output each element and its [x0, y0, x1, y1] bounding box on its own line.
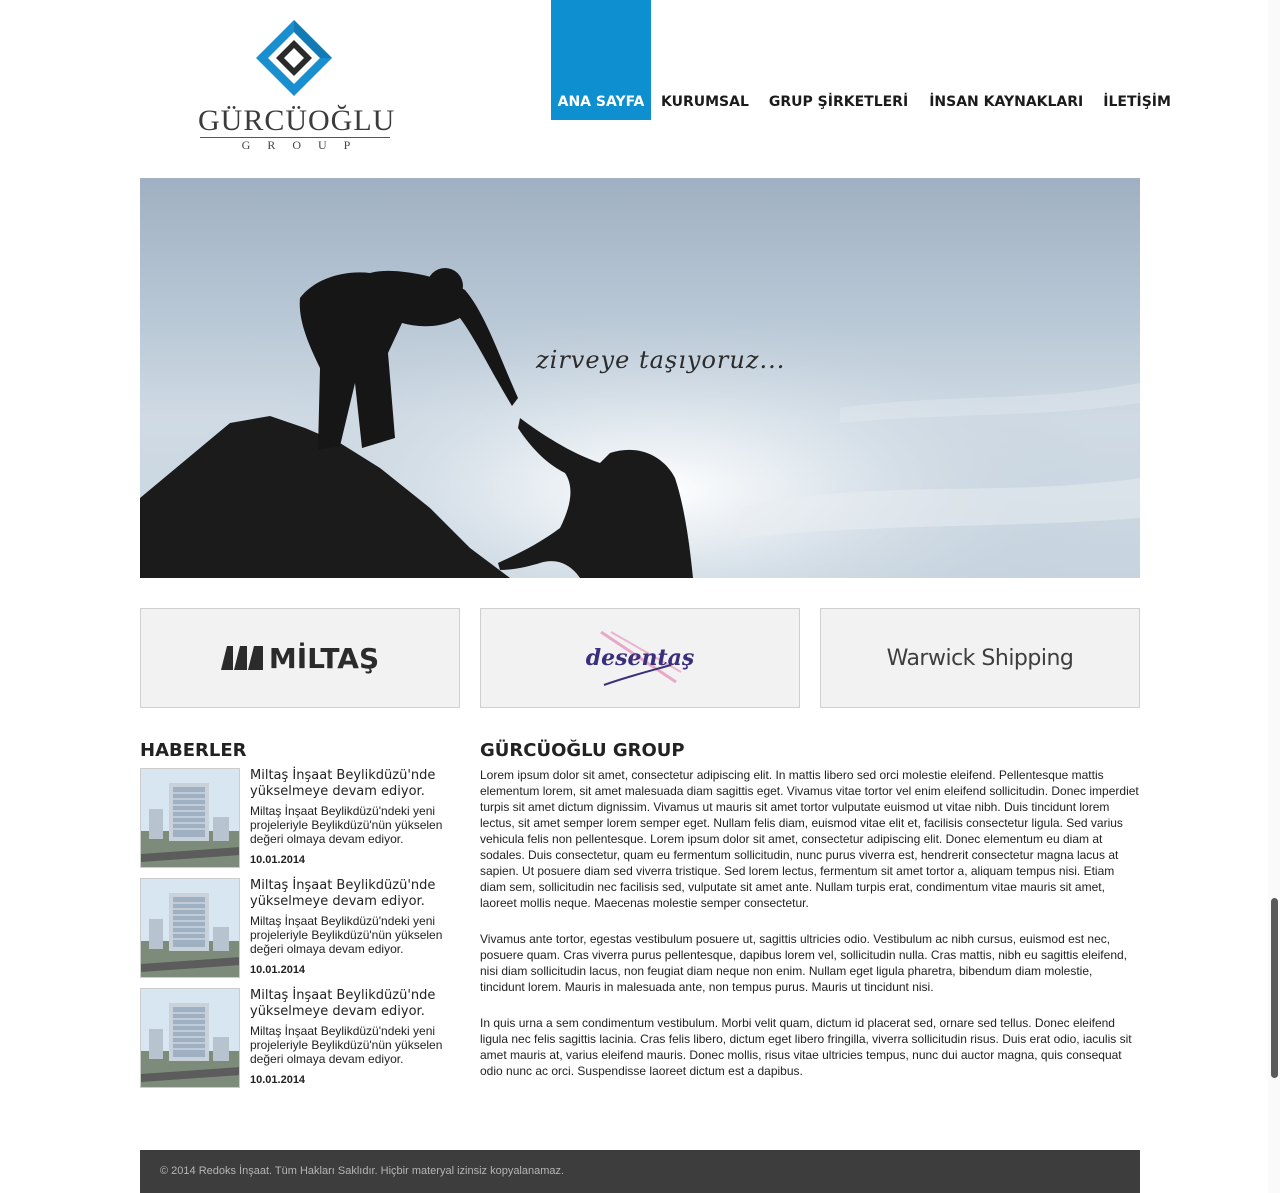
news-heading: HABERLER	[140, 740, 247, 761]
news-headline[interactable]: Miltaş İnşaat Beylikdüzü'nde yükselmeye …	[250, 878, 460, 910]
about-paragraph: Lorem ipsum dolor sit amet, consectetur …	[480, 768, 1139, 910]
scrollbar-thumb[interactable]	[1271, 898, 1278, 1078]
nav-item-ana-sayfa[interactable]: ANA SAYFA	[551, 0, 651, 120]
logo-wordmark: GÜRCÜOĞLU	[198, 104, 396, 137]
footer-copyright: © 2014 Redoks İnşaat. Tüm Hakları Saklıd…	[160, 1165, 565, 1177]
miltas-mark-icon	[220, 646, 263, 670]
partner-warwick-shipping[interactable]: Warwick Shipping	[820, 608, 1140, 708]
building-image	[141, 769, 239, 867]
partner-miltas[interactable]: MİLTAŞ	[140, 608, 460, 708]
building-image	[141, 879, 239, 977]
news-item: Miltaş İnşaat Beylikdüzü'nde yükselmeye …	[140, 768, 460, 868]
hero-banner: zirveye taşıyoruz...	[140, 178, 1140, 578]
nav-item-kurumsal[interactable]: KURUMSAL	[661, 0, 749, 120]
about-paragraph: Vivamus ante tortor, egestas vestibulum …	[480, 932, 1127, 994]
about-heading: GÜRCÜOĞLU GROUP	[480, 740, 685, 761]
warwick-logo: Warwick Shipping	[886, 645, 1074, 671]
news-thumbnail[interactable]	[140, 988, 240, 1088]
news-thumbnail[interactable]	[140, 878, 240, 978]
site-footer: © 2014 Redoks İnşaat. Tüm Hakları Saklıd…	[140, 1150, 1140, 1193]
miltas-logo: MİLTAŞ	[220, 641, 380, 675]
hero-tagline: zirveye taşıyoruz...	[536, 346, 786, 374]
news-summary: Miltaş İnşaat Beylikdüzü'ndeki yeni proj…	[250, 1024, 443, 1066]
news-date: 10.01.2014	[250, 854, 306, 866]
logo-subtitle: GROUP	[241, 138, 368, 152]
nav-item-insan-kaynaklari[interactable]: İNSAN KAYNAKLARI	[929, 0, 1083, 120]
news-thumbnail[interactable]	[140, 768, 240, 868]
hero-image	[140, 178, 1140, 578]
main-nav: ANA SAYFA KURUMSAL GRUP ŞİRKETLERİ İNSAN…	[551, 0, 1171, 120]
news-date: 10.01.2014	[250, 1074, 306, 1086]
desentas-logo: desentaş	[585, 645, 695, 671]
about-paragraph: In quis urna a sem condimentum vestibulu…	[480, 1016, 1132, 1078]
site-logo[interactable]: GÜRCÜOĞLU GROUP	[198, 18, 396, 158]
news-date: 10.01.2014	[250, 964, 306, 976]
miltas-name: MİLTAŞ	[268, 641, 380, 675]
about-text: Lorem ipsum dolor sit amet, consectetur …	[480, 767, 1140, 1099]
news-summary: Miltaş İnşaat Beylikdüzü'ndeki yeni proj…	[250, 914, 443, 956]
news-item: Miltaş İnşaat Beylikdüzü'nde yükselmeye …	[140, 878, 460, 978]
news-headline[interactable]: Miltaş İnşaat Beylikdüzü'nde yükselmeye …	[250, 988, 460, 1020]
building-image	[141, 989, 239, 1087]
nav-item-grup-sirketleri[interactable]: GRUP ŞİRKETLERİ	[769, 0, 908, 120]
nav-item-iletisim[interactable]: İLETİŞİM	[1103, 0, 1171, 120]
partner-desentas[interactable]: desentaş	[480, 608, 800, 708]
news-summary: Miltaş İnşaat Beylikdüzü'ndeki yeni proj…	[250, 804, 443, 846]
logo-emblem-icon	[256, 20, 332, 96]
page-scrollbar[interactable]	[1268, 0, 1280, 1193]
news-item: Miltaş İnşaat Beylikdüzü'nde yükselmeye …	[140, 988, 460, 1088]
news-headline[interactable]: Miltaş İnşaat Beylikdüzü'nde yükselmeye …	[250, 768, 460, 800]
